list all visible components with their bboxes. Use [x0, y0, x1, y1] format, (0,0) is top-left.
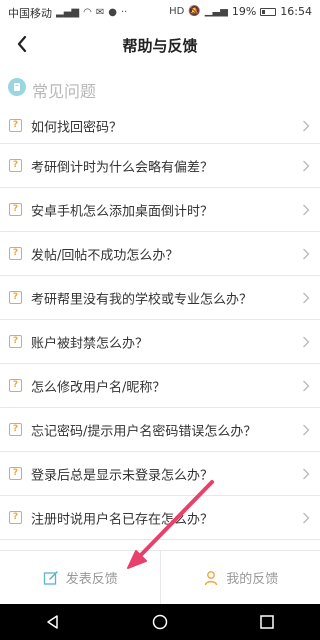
question-icon: ? — [9, 202, 22, 216]
chevron-right-icon — [303, 424, 310, 435]
square-recents-icon — [259, 615, 274, 629]
chevron-right-icon — [303, 512, 310, 523]
faq-label: 登录后总是显示未登录怎么办？ — [31, 468, 214, 483]
faq-item[interactable]: ? 注册时说用户名已存在怎么办？ — [0, 496, 320, 540]
question-icon: ? — [9, 158, 22, 172]
cell-signal-icon: ▁▃▅ — [204, 5, 228, 17]
faq-item[interactable]: ? 登录后总是显示未登录怎么办？ — [0, 452, 320, 496]
nav-back-button[interactable] — [35, 608, 71, 636]
question-icon: ? — [9, 510, 22, 524]
page-title: 帮助与反馈 — [122, 37, 198, 55]
notification-icon: ✉ — [95, 7, 105, 18]
dots-icon: ·· — [120, 7, 128, 18]
faq-label: 考研帮里没有我的学校或专业怎么办？ — [31, 292, 253, 307]
network-badge: HD — [169, 5, 185, 17]
edit-icon — [42, 569, 60, 587]
faq-label: 怎么修改用户名/昵称？ — [31, 380, 166, 395]
post-feedback-label: 发表反馈 — [65, 572, 118, 587]
circle-home-icon — [152, 614, 168, 630]
faq-label: 如何找回密码？ — [31, 120, 123, 135]
status-bar: 中国移动 ▂▄▆ ◠ ✉ ● ·· HD 🔕 ▁▃▅ 19% 16:54 — [0, 0, 320, 24]
question-icon: ? — [9, 422, 22, 436]
question-icon: ? — [9, 334, 22, 348]
chevron-right-icon — [303, 160, 310, 171]
help-icon — [8, 78, 26, 96]
faq-item[interactable]: ? 考研帮里没有我的学校或专业怎么办？ — [0, 276, 320, 320]
faq-item[interactable]: ? 怎么修改用户名/昵称？ — [0, 364, 320, 408]
question-icon: ? — [9, 290, 22, 304]
carrier-label: 中国移动 — [8, 7, 52, 20]
chevron-right-icon — [303, 468, 310, 479]
question-icon: ? — [9, 246, 22, 260]
my-feedback-button[interactable]: 我的反馈 — [159, 551, 320, 604]
chevron-right-icon — [303, 292, 310, 303]
nav-home-button[interactable] — [142, 608, 178, 636]
faq-item[interactable]: ? 忘记密码/提示用户名密码错误怎么办？ — [0, 408, 320, 452]
faq-item[interactable]: ? 账户被封禁怎么办？ — [0, 320, 320, 364]
battery-percent: 19% — [231, 5, 257, 18]
question-icon: ? — [9, 378, 22, 392]
chevron-right-icon — [303, 204, 310, 215]
my-feedback-label: 我的反馈 — [226, 572, 279, 587]
signal-icon: ▂▄▆ — [56, 7, 80, 18]
question-icon: ? — [9, 118, 22, 132]
faq-item[interactable]: ? 安卓手机怎么添加桌面倒计时？ — [0, 188, 320, 232]
question-icon: ? — [9, 466, 22, 480]
header: 帮助与反馈 — [0, 24, 320, 64]
faq-item[interactable]: ? 如何找回密码？ — [0, 108, 320, 144]
faq-label: 账户被封禁怎么办？ — [31, 336, 149, 351]
faq-item[interactable]: ? 发帖/回帖不成功怎么办？ — [0, 232, 320, 276]
faq-label: 考研倒计时为什么会略有偏差？ — [31, 160, 214, 175]
triangle-back-icon — [47, 615, 59, 629]
chevron-right-icon — [303, 380, 310, 391]
system-nav-bar — [0, 604, 320, 640]
chevron-right-icon — [303, 120, 310, 131]
nav-recents-button[interactable] — [249, 608, 285, 636]
wifi-icon: ◠ — [83, 7, 92, 18]
status-right: HD 🔕 ▁▃▅ 19% 16:54 — [169, 5, 312, 18]
faq-label: 发帖/回帖不成功怎么办？ — [31, 248, 179, 263]
user-icon — [202, 569, 220, 587]
faq-item[interactable]: ? 考研倒计时为什么会略有偏差？ — [0, 144, 320, 188]
battery-icon — [260, 7, 277, 16]
status-left: 中国移动 ▂▄▆ ◠ ✉ ● ·· — [8, 5, 127, 21]
faq-label: 注册时说用户名已存在怎么办？ — [31, 512, 214, 527]
section-title: 常见问题 — [32, 82, 97, 101]
chevron-right-icon — [303, 248, 310, 259]
faq-label: 安卓手机怎么添加桌面倒计时？ — [31, 204, 214, 219]
faq-list: ? 如何找回密码？ ? 考研倒计时为什么会略有偏差？ ? 安卓手机怎么添加桌面倒… — [0, 108, 320, 550]
clock: 16:54 — [280, 5, 312, 18]
faq-label: 忘记密码/提示用户名密码错误怎么办？ — [31, 424, 257, 439]
chevron-right-icon — [303, 336, 310, 347]
faq-section-header: 常见问题 — [0, 64, 320, 108]
bottom-action-bar: 发表反馈 我的反馈 — [0, 550, 320, 604]
wechat-icon: ● — [108, 7, 117, 18]
mute-icon: 🔕 — [188, 5, 201, 17]
post-feedback-button[interactable]: 发表反馈 — [0, 551, 160, 604]
